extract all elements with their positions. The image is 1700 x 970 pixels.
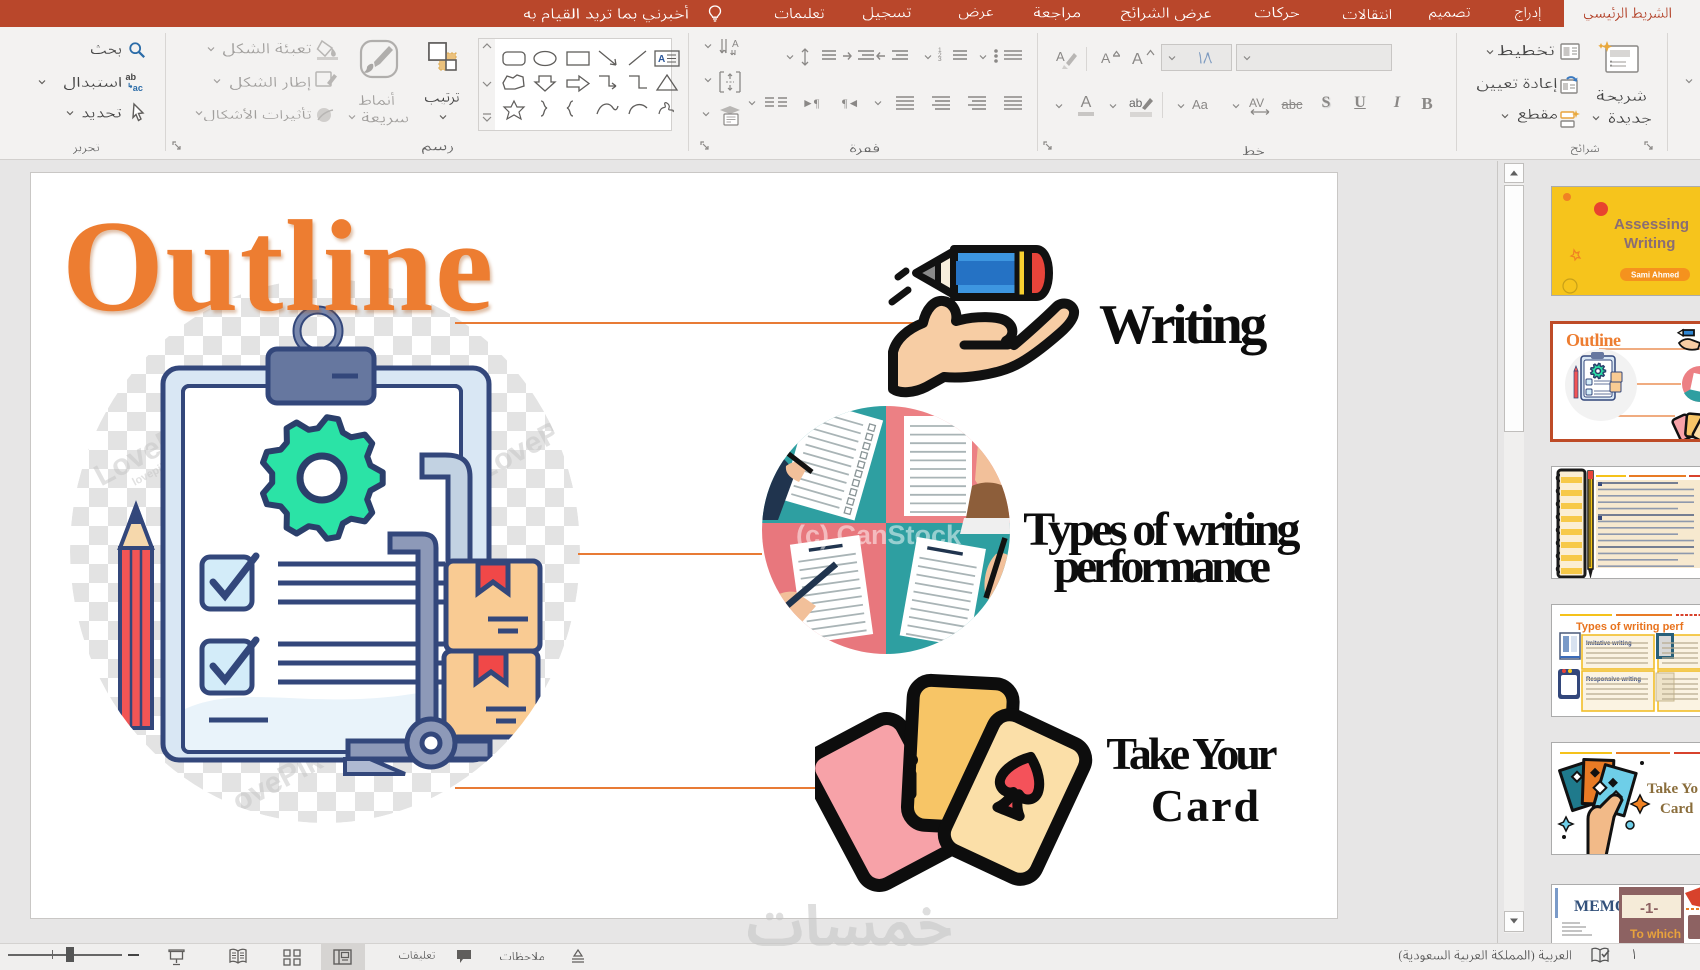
svg-text:Outline: Outline: [1566, 330, 1621, 350]
svg-text:Assessing: Assessing: [1614, 216, 1689, 233]
svg-text:Types of writing perf: Types of writing perf: [1576, 621, 1684, 633]
svg-text:AV: AV: [1249, 96, 1264, 110]
svg-text:A: A: [1132, 51, 1143, 68]
svg-text:(c) CanStock: (c) CanStock: [796, 520, 962, 550]
svg-text:ab: ab: [1129, 96, 1143, 110]
svg-text:Responsive writing: Responsive writing: [1586, 677, 1641, 683]
svg-text:To which: To which: [1630, 927, 1681, 941]
svg-text:Sami Ahmed: Sami Ahmed: [1631, 271, 1679, 280]
svg-text:A: A: [732, 39, 739, 50]
svg-text:A: A: [1101, 50, 1111, 66]
svg-text:ac: ac: [133, 83, 143, 92]
svg-text:Card: Card: [1660, 801, 1694, 817]
svg-text:-1-: -1-: [1640, 900, 1658, 917]
svg-text:Imitative writing: Imitative writing: [1586, 641, 1632, 647]
svg-text:Writing: Writing: [1624, 235, 1675, 252]
svg-text:ab: ab: [126, 72, 137, 82]
svg-text:A: A: [658, 54, 665, 65]
svg-text:Take Yo: Take Yo: [1647, 781, 1698, 797]
svg-text:A: A: [1056, 49, 1065, 64]
